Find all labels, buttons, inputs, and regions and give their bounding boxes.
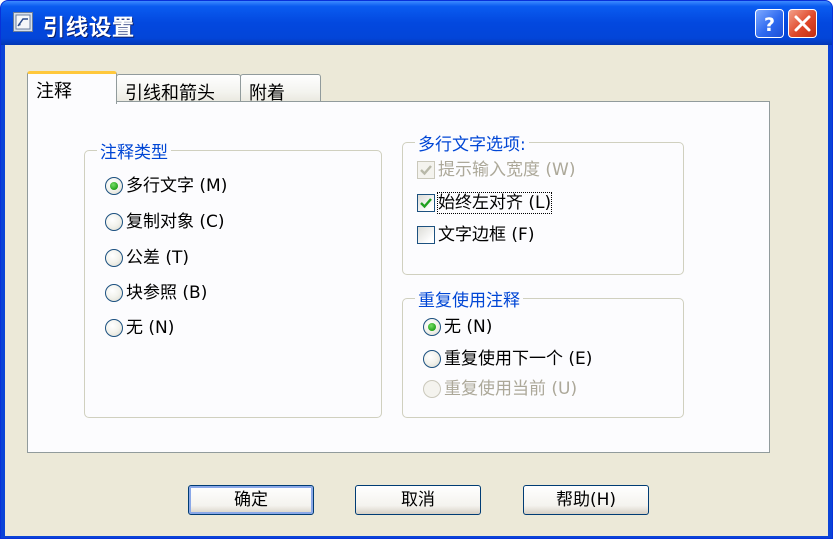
radio-reuse-next[interactable]: 重复使用下一个 (E)	[423, 347, 592, 371]
help-title-button[interactable]: ?	[755, 9, 784, 38]
radio-button[interactable]	[105, 284, 123, 302]
title-bar[interactable]: 引线设置 ?	[1, 1, 832, 45]
help-button[interactable]: 帮助(H)	[523, 485, 649, 515]
checkbox-always-left-justify[interactable]: 始终左对齐 (L)	[417, 191, 553, 215]
radio-label: 公差 (T)	[126, 248, 190, 268]
app-icon	[13, 12, 33, 32]
tab-leader-and-arrow[interactable]: 引线和箭头	[116, 74, 241, 104]
mtext-options-group: 多行文字选项: 提示输入宽度 (W) 始终左对齐 (L) 文字边框 (F)	[402, 130, 684, 275]
checkbox[interactable]	[417, 161, 435, 179]
checkbox-label: 始终左对齐 (L)	[436, 192, 553, 214]
leader-settings-dialog: 引线设置 ? 注释 引线和箭头 附着 注释类型 多行文字 (M) 复制对象 (C…	[0, 0, 833, 539]
radio-button[interactable]	[423, 350, 441, 368]
tab-attachment[interactable]: 附着	[240, 74, 321, 104]
checkbox[interactable]	[417, 194, 435, 212]
radio-label: 复制对象 (C)	[126, 212, 225, 232]
radio-label: 块参照 (B)	[126, 283, 208, 303]
radio-button[interactable]	[105, 249, 123, 267]
radio-tolerance[interactable]: 公差 (T)	[105, 246, 189, 270]
cancel-button[interactable]: 取消	[355, 485, 481, 515]
radio-label: 重复使用当前 (U)	[444, 379, 578, 399]
radio-copy-object[interactable]: 复制对象 (C)	[105, 210, 225, 234]
tab-annotation[interactable]: 注释	[27, 71, 117, 104]
radio-reuse-none[interactable]: 无 (N)	[423, 315, 492, 339]
checkbox-prompt-width[interactable]: 提示输入宽度 (W)	[417, 158, 575, 182]
annotation-type-title: 注释类型	[97, 138, 171, 163]
radio-button[interactable]	[105, 213, 123, 231]
radio-label: 多行文字 (M)	[126, 176, 228, 196]
reuse-annotation-title: 重复使用注释	[415, 286, 523, 311]
radio-reuse-current[interactable]: 重复使用当前 (U)	[423, 377, 577, 401]
ok-button[interactable]: 确定	[188, 485, 314, 515]
checkbox-text-frame[interactable]: 文字边框 (F)	[417, 223, 534, 247]
svg-text:?: ?	[764, 14, 775, 36]
checkbox[interactable]	[417, 226, 435, 244]
dialog-body: 注释 引线和箭头 附着 注释类型 多行文字 (M) 复制对象 (C) 公差 (T…	[5, 45, 828, 536]
tab-panel-annotation: 注释类型 多行文字 (M) 复制对象 (C) 公差 (T) 块参照 (B) 无 …	[27, 101, 770, 453]
radio-none[interactable]: 无 (N)	[105, 316, 174, 340]
radio-button[interactable]	[105, 177, 123, 195]
close-icon	[794, 15, 811, 32]
radio-button[interactable]	[423, 380, 441, 398]
radio-mtext[interactable]: 多行文字 (M)	[105, 174, 227, 198]
reuse-annotation-group: 重复使用注释 无 (N) 重复使用下一个 (E) 重复使用当前 (U)	[402, 286, 684, 418]
tab-label: 注释	[36, 81, 72, 102]
checkbox-label: 文字边框 (F)	[438, 225, 535, 245]
radio-label: 无 (N)	[444, 317, 493, 337]
checkbox-label: 提示输入宽度 (W)	[438, 160, 576, 180]
radio-label: 无 (N)	[126, 318, 175, 338]
radio-button[interactable]	[105, 319, 123, 337]
close-button[interactable]	[788, 9, 817, 38]
annotation-type-group: 注释类型 多行文字 (M) 复制对象 (C) 公差 (T) 块参照 (B) 无 …	[84, 138, 382, 418]
radio-button[interactable]	[423, 318, 441, 336]
mtext-options-title: 多行文字选项:	[415, 130, 529, 155]
window-title: 引线设置	[43, 16, 136, 41]
radio-label: 重复使用下一个 (E)	[444, 349, 593, 369]
radio-block-reference[interactable]: 块参照 (B)	[105, 281, 207, 305]
